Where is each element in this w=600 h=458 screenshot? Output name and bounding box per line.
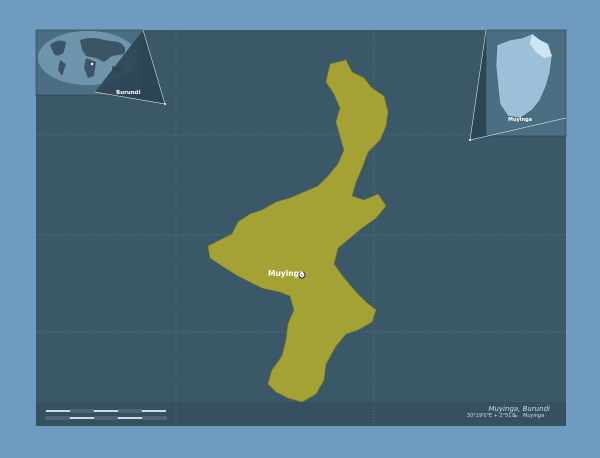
- legend-label: Muyinga: [523, 413, 545, 419]
- world-inset: [35, 29, 166, 105]
- map-title: Muyinga, Burundi: [488, 405, 550, 413]
- world-inset-label: Burundi: [116, 90, 141, 96]
- country-inset-label: Muyinga: [508, 117, 533, 123]
- coordinates-text: 30°19'0"E + 2°51'S: [466, 413, 516, 419]
- country-inset: [469, 29, 567, 141]
- map-canvas: Muyinga Burundi Muyinga Muyinga, Burundi…: [0, 0, 600, 458]
- region-label: Muyinga: [268, 269, 305, 278]
- map-svg: [0, 0, 600, 458]
